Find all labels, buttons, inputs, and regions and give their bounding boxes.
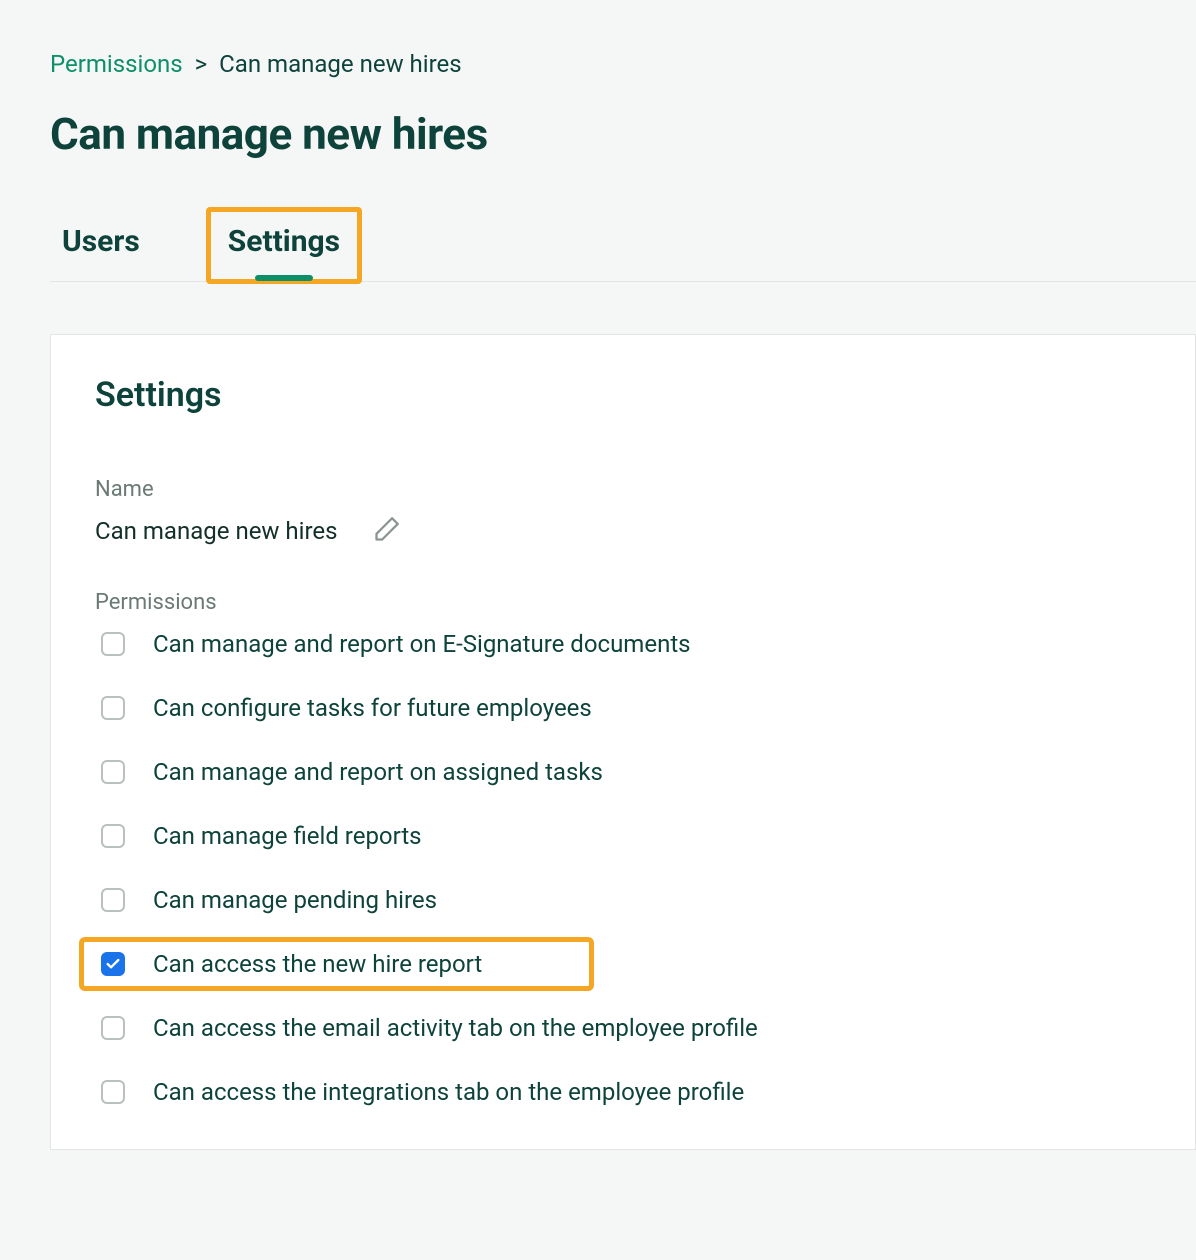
permission-label: Can manage pending hires [153,886,437,914]
permission-checkbox[interactable] [101,888,125,912]
permission-checkbox[interactable] [101,1080,125,1104]
permission-row: Can access the email activity tab on the… [95,1011,1151,1045]
name-field-label: Name [95,477,1151,502]
permission-row: Can manage field reports [95,819,1151,853]
permission-checkbox[interactable] [101,1016,125,1040]
permission-label: Can configure tasks for future employees [153,694,592,722]
page-title: Can manage new hires [50,108,1196,160]
tab-label: Users [62,224,140,259]
permission-checkbox[interactable] [101,952,125,976]
permission-row: Can access the integrations tab on the e… [95,1075,1151,1109]
name-value: Can manage new hires [95,517,338,545]
tabs: Users Settings [50,210,1196,282]
breadcrumb-current: Can manage new hires [219,50,462,78]
breadcrumb-separator: > [195,50,208,78]
permissions-field-label: Permissions [95,590,1151,615]
pencil-icon[interactable] [368,514,402,548]
permission-label: Can manage and report on E-Signature doc… [153,630,691,658]
permission-label: Can access the new hire report [153,950,482,978]
settings-heading: Settings [95,375,1151,415]
permission-label: Can manage and report on assigned tasks [153,758,603,786]
permission-checkbox[interactable] [101,696,125,720]
breadcrumb-root-link[interactable]: Permissions [50,50,183,78]
permission-row: Can configure tasks for future employees [95,691,1151,725]
settings-card: Settings Name Can manage new hires Permi… [50,334,1196,1150]
permission-checkbox[interactable] [101,824,125,848]
tab-label: Settings [228,224,340,259]
tab-settings[interactable]: Settings [220,210,348,281]
permission-checkbox[interactable] [101,760,125,784]
permissions-list: Can manage and report on E-Signature doc… [95,627,1151,1109]
permission-row: Can access the new hire report [95,947,1151,981]
permission-label: Can manage field reports [153,822,422,850]
tab-users[interactable]: Users [54,210,148,281]
breadcrumb: Permissions > Can manage new hires [50,50,1196,78]
permission-row: Can manage pending hires [95,883,1151,917]
permission-label: Can access the email activity tab on the… [153,1014,758,1042]
permission-checkbox[interactable] [101,632,125,656]
permission-label: Can access the integrations tab on the e… [153,1078,744,1106]
permission-row: Can manage and report on assigned tasks [95,755,1151,789]
permission-row: Can manage and report on E-Signature doc… [95,627,1151,661]
